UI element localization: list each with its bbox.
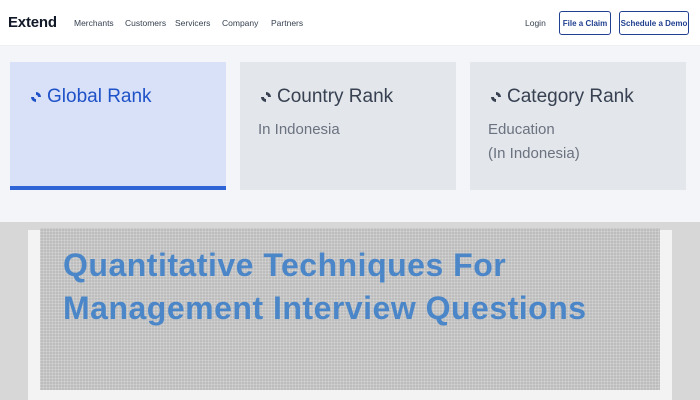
- file-claim-button[interactable]: File a Claim: [559, 11, 611, 35]
- category-country: (In Indonesia): [488, 145, 580, 162]
- schedule-demo-button[interactable]: Schedule a Demo: [619, 11, 689, 35]
- country-rank-title: Country Rank: [260, 86, 393, 108]
- category-name: Education: [488, 121, 555, 138]
- country-name: In Indonesia: [258, 121, 340, 138]
- active-tab-indicator: [10, 186, 226, 190]
- logo[interactable]: Extend: [8, 14, 57, 31]
- tab-country-rank[interactable]: Country Rank In Indonesia: [240, 62, 456, 190]
- category-rank-title: Category Rank: [490, 86, 634, 108]
- nav-link-partners[interactable]: Partners: [271, 18, 303, 28]
- top-navbar: Extend Merchants Customers Servicers Com…: [0, 0, 700, 46]
- tab-category-rank[interactable]: Category Rank Education (In Indonesia): [470, 62, 686, 190]
- category-rank-label: Category Rank: [507, 86, 634, 107]
- category-rank-subtitle: Education (In Indonesia): [488, 118, 580, 166]
- swirl-icon: [261, 92, 271, 102]
- nav-link-servicers[interactable]: Servicers: [175, 18, 210, 28]
- global-rank-label: Global Rank: [47, 86, 152, 107]
- global-rank-title: Global Rank: [30, 86, 152, 108]
- nav-link-customers[interactable]: Customers: [125, 18, 166, 28]
- country-rank-subtitle: In Indonesia: [258, 118, 340, 142]
- login-link[interactable]: Login: [525, 18, 546, 28]
- country-rank-label: Country Rank: [277, 86, 394, 107]
- rank-section: Global Rank Country Rank In Indonesia Ca…: [0, 46, 700, 222]
- tab-global-rank[interactable]: Global Rank: [10, 62, 226, 190]
- nav-link-merchants[interactable]: Merchants: [74, 18, 114, 28]
- swirl-icon: [31, 92, 41, 102]
- article-title: Quantitative Techniques For Management I…: [63, 247, 587, 326]
- swirl-icon: [491, 92, 501, 102]
- nav-link-company[interactable]: Company: [222, 18, 258, 28]
